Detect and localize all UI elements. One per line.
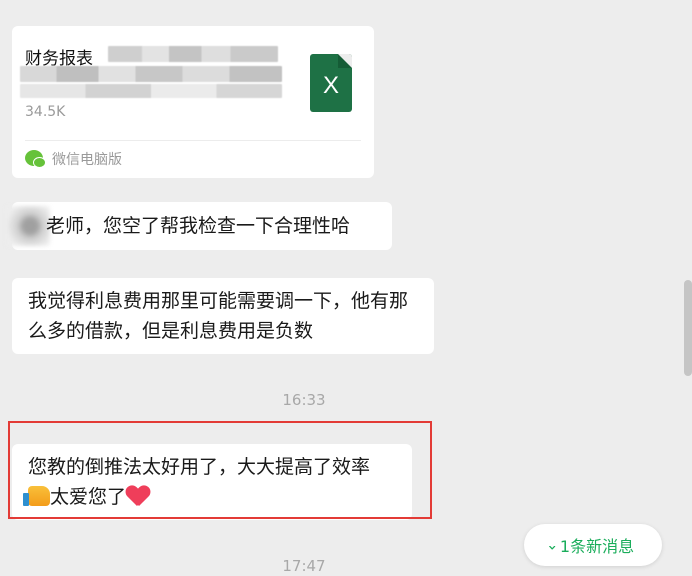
blurred-filename-part bbox=[20, 84, 282, 98]
blurred-filename-part bbox=[20, 66, 282, 82]
file-message-card[interactable]: 财务报表 34.5K X 微信电脑版 bbox=[12, 26, 374, 178]
message-timestamp: 17:47 bbox=[282, 557, 326, 575]
chat-message-bubble[interactable]: 我觉得利息费用那里可能需要调一下，他有那么多的借款，但是利息费用是负数 bbox=[12, 278, 434, 354]
message-text: 老师，您空了帮我检查一下合理性哈 bbox=[46, 215, 351, 237]
file-source-label: 微信电脑版 bbox=[52, 152, 122, 168]
message-timestamp: 16:33 bbox=[282, 391, 326, 409]
wechat-icon bbox=[25, 150, 46, 168]
scrollbar-thumb[interactable] bbox=[684, 280, 692, 376]
file-size: 34.5K bbox=[25, 104, 66, 120]
new-messages-label: 1条新消息 bbox=[559, 537, 635, 556]
blurred-filename-part bbox=[108, 46, 278, 62]
excel-icon-letter: X bbox=[322, 72, 339, 99]
new-messages-button[interactable]: ›› 1条新消息 bbox=[524, 524, 662, 566]
message-text: 我觉得利息费用那里可能需要调一下，他有那么多的借款，但是利息费用是负数 bbox=[28, 290, 409, 342]
chat-message-bubble[interactable]: 老师，您空了帮我检查一下合理性哈 bbox=[6, 202, 392, 250]
highlight-box bbox=[8, 421, 432, 519]
divider bbox=[25, 140, 361, 141]
excel-file-icon: X bbox=[310, 54, 352, 112]
